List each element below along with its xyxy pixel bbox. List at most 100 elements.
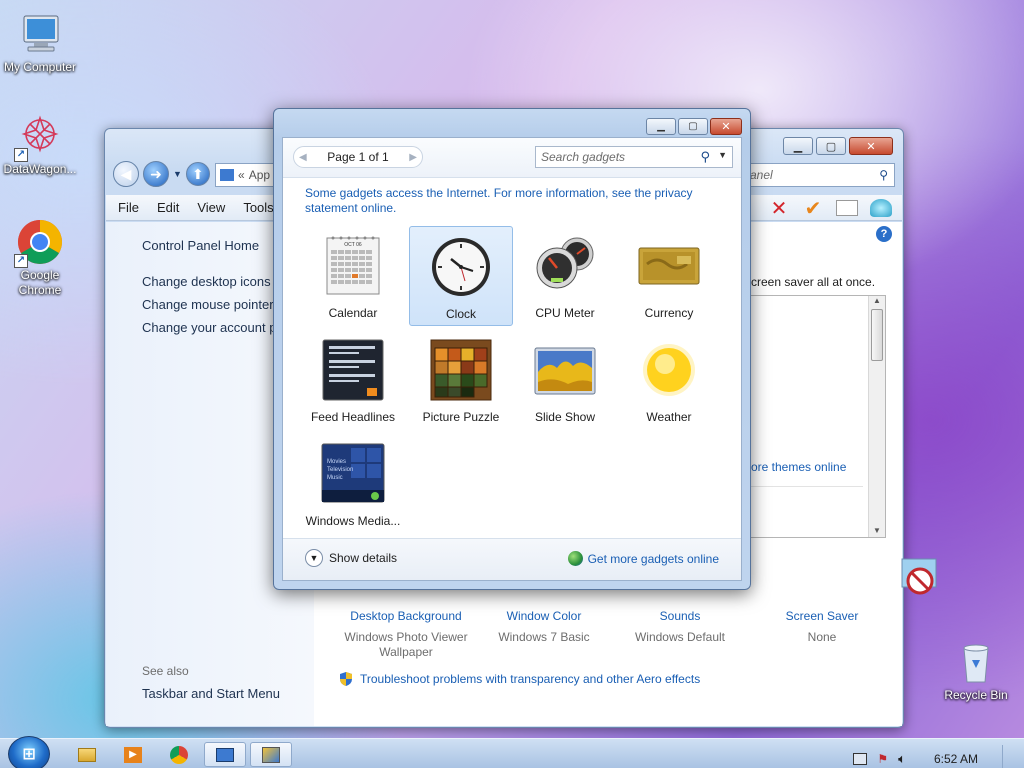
- scrollbar-thumb[interactable]: [871, 309, 883, 361]
- gadget-picture-puzzle[interactable]: Picture Puzzle: [409, 330, 513, 430]
- weather-icon: [637, 338, 701, 402]
- taskbar-clock[interactable]: 6:52 AM: [934, 752, 978, 766]
- delete-icon[interactable]: ✕: [767, 197, 791, 220]
- shortcut-arrow-icon: ↗: [14, 254, 28, 268]
- currency-icon: [637, 234, 701, 298]
- search-icon[interactable]: ⚲: [879, 168, 888, 182]
- desktop-icon-chrome[interactable]: ↗ Google Chrome: [0, 218, 80, 298]
- previous-page-icon[interactable]: ◀: [299, 152, 307, 163]
- media-item-music: Music: [327, 475, 343, 481]
- taskbar-chrome[interactable]: [158, 742, 200, 767]
- gadget-label: CPU Meter: [535, 306, 595, 320]
- screen-saver-value: None: [807, 630, 837, 644]
- mail-icon[interactable]: [835, 197, 859, 219]
- action-center-icon[interactable]: ⚑: [877, 752, 888, 766]
- dialog-close-button[interactable]: ✕: [710, 118, 742, 135]
- gadget-windows-media-center[interactable]: Movies Television Music Windows Media...: [301, 434, 405, 534]
- media-item-television: Television: [327, 467, 354, 473]
- gadgets-panel: ◀ Page 1 of 1 ▶ Search gadgets ⚲ ▼ Some …: [282, 137, 742, 581]
- get-more-gadgets-label: Get more gadgets online: [587, 551, 719, 566]
- dialog-maximize-button[interactable]: ▢: [678, 118, 708, 135]
- gadget-feed-headlines[interactable]: Feed Headlines: [301, 330, 405, 430]
- chrome-icon: [170, 745, 188, 764]
- taskbar-explorer[interactable]: [66, 742, 108, 767]
- gadget-label: Clock: [445, 307, 476, 321]
- network-icon[interactable]: [853, 753, 868, 765]
- menu-file[interactable]: File: [118, 200, 139, 215]
- expand-chevron-icon: ▼: [305, 549, 323, 567]
- next-page-icon[interactable]: ▶: [409, 152, 417, 163]
- checkmark-icon[interactable]: ✔: [801, 197, 825, 220]
- gadget-currency[interactable]: Currency: [617, 226, 721, 326]
- up-arrow-icon: ⬆: [192, 165, 204, 182]
- gadget-cpu-meter[interactable]: CPU Meter: [513, 226, 617, 326]
- volume-icon[interactable]: 🔈︎: [898, 751, 906, 767]
- gadget-slide-show[interactable]: Slide Show: [513, 330, 617, 430]
- window-color-value: Windows 7 Basic: [498, 630, 590, 644]
- gadget-clock[interactable]: Clock: [409, 226, 513, 326]
- forward-arrow-icon: ➜: [150, 165, 162, 182]
- search-placeholder: Search gadgets: [541, 150, 626, 164]
- change-desktop-icons-link[interactable]: Change desktop icons: [142, 274, 271, 289]
- sounds-link[interactable]: Sounds: [628, 609, 732, 623]
- desktop-icon-datawagon[interactable]: ↗ DataWagon...: [0, 112, 80, 177]
- media-item-movies: Movies: [327, 459, 347, 465]
- recent-pages-dropdown-icon[interactable]: ▼: [173, 169, 182, 179]
- maximize-button[interactable]: ▢: [816, 137, 846, 155]
- get-more-gadgets-link[interactable]: Get more gadgets online: [567, 551, 719, 566]
- control-panel-icon: [216, 747, 234, 762]
- search-gadgets-input[interactable]: Search gadgets ⚲ ▼: [535, 146, 733, 168]
- change-mouse-pointers-link[interactable]: Change mouse pointers: [142, 297, 280, 312]
- gadget-label: Currency: [644, 306, 694, 320]
- taskbar-start-menu-link[interactable]: Taskbar and Start Menu: [142, 686, 280, 701]
- help-icon[interactable]: ?: [876, 226, 892, 242]
- menu-view[interactable]: View: [197, 200, 225, 215]
- shell-icon[interactable]: [869, 197, 893, 219]
- back-button[interactable]: ◀: [113, 161, 139, 187]
- breadcrumb-chevron-icon: «: [238, 168, 245, 182]
- taskbar-personalization[interactable]: [204, 742, 246, 767]
- menu-edit[interactable]: Edit: [157, 200, 179, 215]
- address-bar[interactable]: « App: [215, 163, 275, 187]
- gadget-label: Slide Show: [534, 410, 596, 424]
- search-dropdown-icon[interactable]: ▼: [718, 150, 727, 160]
- taskbar-media-player[interactable]: ▶: [112, 742, 154, 767]
- show-details-toggle[interactable]: ▼ Show details: [305, 549, 397, 567]
- minimize-button[interactable]: ▁: [783, 137, 813, 155]
- scroll-up-icon[interactable]: ▲: [869, 296, 885, 305]
- windows-logo-icon: ⊞: [22, 746, 36, 763]
- menu-tools[interactable]: Tools: [243, 200, 273, 215]
- start-button[interactable]: ⊞: [8, 736, 50, 768]
- forward-button[interactable]: ➜: [143, 161, 169, 187]
- screen-saver-text: creen saver all at once.: [751, 275, 876, 289]
- gadget-calendar[interactable]: OCT 06 Calendar: [301, 226, 405, 326]
- control-panel-search[interactable]: anel ⚲: [745, 163, 895, 187]
- search-icon[interactable]: ⚲: [700, 149, 710, 165]
- show-desktop-button[interactable]: [1002, 745, 1014, 768]
- desktop-icon-recycle-bin[interactable]: Recycle Bin: [936, 638, 1016, 703]
- taskbar-gadgets[interactable]: [250, 742, 292, 767]
- shield-icon: [338, 671, 354, 687]
- privacy-notice-link[interactable]: Some gadgets access the Internet. For mo…: [305, 186, 725, 216]
- picture-puzzle-icon: [429, 338, 493, 402]
- feed-headlines-icon: [321, 338, 385, 402]
- back-arrow-icon: ◀: [120, 165, 132, 182]
- dialog-minimize-button[interactable]: ▁: [646, 118, 676, 135]
- up-button[interactable]: ⬆: [185, 162, 210, 186]
- control-panel-home-link[interactable]: Control Panel Home: [142, 238, 259, 253]
- desktop-background-link[interactable]: Desktop Background: [344, 609, 468, 623]
- gadget-weather[interactable]: Weather: [617, 330, 721, 430]
- change-account-picture-link[interactable]: Change your account pic: [142, 320, 286, 335]
- troubleshoot-link[interactable]: Troubleshoot problems with transparency …: [360, 672, 700, 686]
- screen-saver-link[interactable]: Screen Saver: [770, 609, 874, 623]
- close-button[interactable]: ✕: [849, 137, 893, 155]
- theme-scrollbar[interactable]: ▲ ▼: [868, 296, 885, 537]
- desktop-icon-label: Recycle Bin: [944, 688, 1008, 702]
- navigation-buttons: ◀ ➜ ▼ ⬆: [113, 161, 210, 187]
- desktop-icon-my-computer[interactable]: My Computer: [0, 10, 80, 75]
- show-details-label: Show details: [329, 551, 398, 565]
- window-color-link[interactable]: Window Color: [492, 609, 596, 623]
- scroll-down-icon[interactable]: ▼: [869, 526, 885, 535]
- more-themes-link[interactable]: ore themes online: [751, 460, 846, 474]
- page-navigator: ◀ Page 1 of 1 ▶: [293, 146, 423, 168]
